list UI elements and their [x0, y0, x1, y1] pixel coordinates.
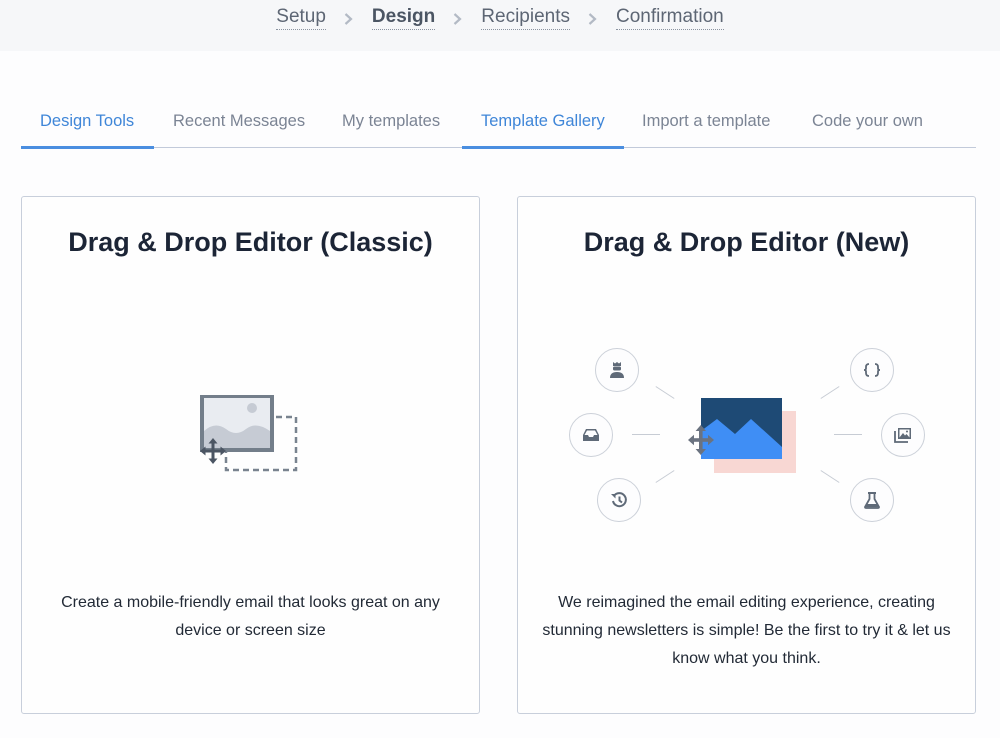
card-description: We reimagined the email editing experien… [542, 594, 951, 667]
tab-code-your-own[interactable]: Code your own [812, 112, 923, 148]
tab-label: Design Tools [40, 112, 135, 130]
design-tabs: Design Tools Recent Messages My template… [21, 100, 976, 149]
connector-line [820, 386, 840, 399]
user-icon [595, 348, 639, 392]
image-drag-icon [688, 397, 800, 482]
tab-template-gallery[interactable]: Template Gallery [462, 112, 624, 149]
step-confirmation[interactable]: Confirmation [616, 6, 724, 30]
chevron-right-icon [446, 6, 470, 28]
connector-line [834, 434, 862, 435]
card-title: Drag & Drop Editor (Classic) [68, 227, 433, 257]
chevron-right-icon [581, 6, 605, 28]
step-design[interactable]: Design [371, 6, 436, 30]
images-icon [881, 413, 925, 457]
connector-line [632, 434, 660, 435]
stepper: Setup Design Recipients Confirmation [0, 0, 1000, 51]
tab-recent-messages[interactable]: Recent Messages [173, 112, 305, 148]
chevron-right-icon [337, 6, 361, 28]
active-tab-indicator [21, 146, 154, 149]
active-tab-indicator [462, 146, 624, 149]
step-setup[interactable]: Setup [276, 6, 326, 30]
tab-label: Import a template [642, 112, 771, 130]
tab-label: Code your own [812, 112, 923, 130]
tab-design-tools[interactable]: Design Tools [21, 112, 154, 149]
tab-label: Recent Messages [173, 112, 306, 130]
image-drag-icon [200, 394, 300, 480]
card-title: Drag & Drop Editor (New) [583, 227, 910, 257]
history-icon [597, 478, 641, 522]
tab-label: Template Gallery [481, 112, 605, 130]
tab-import-template[interactable]: Import a template [642, 112, 770, 148]
flask-icon [850, 478, 894, 522]
new-editor-card[interactable]: Drag & Drop Editor (New) We reimagined t… [517, 196, 976, 714]
code-braces-icon [850, 348, 894, 392]
connector-line [655, 470, 675, 483]
tab-label: My templates [342, 112, 441, 130]
step-recipients[interactable]: Recipients [481, 6, 570, 30]
inbox-icon [569, 413, 613, 457]
connector-line [655, 386, 675, 399]
tab-my-templates[interactable]: My templates [342, 112, 440, 148]
classic-editor-card[interactable]: Drag & Drop Editor (Classic) Create a mo… [21, 196, 480, 714]
connector-line [820, 470, 840, 483]
card-description: Create a mobile-friendly email that look… [61, 594, 440, 639]
